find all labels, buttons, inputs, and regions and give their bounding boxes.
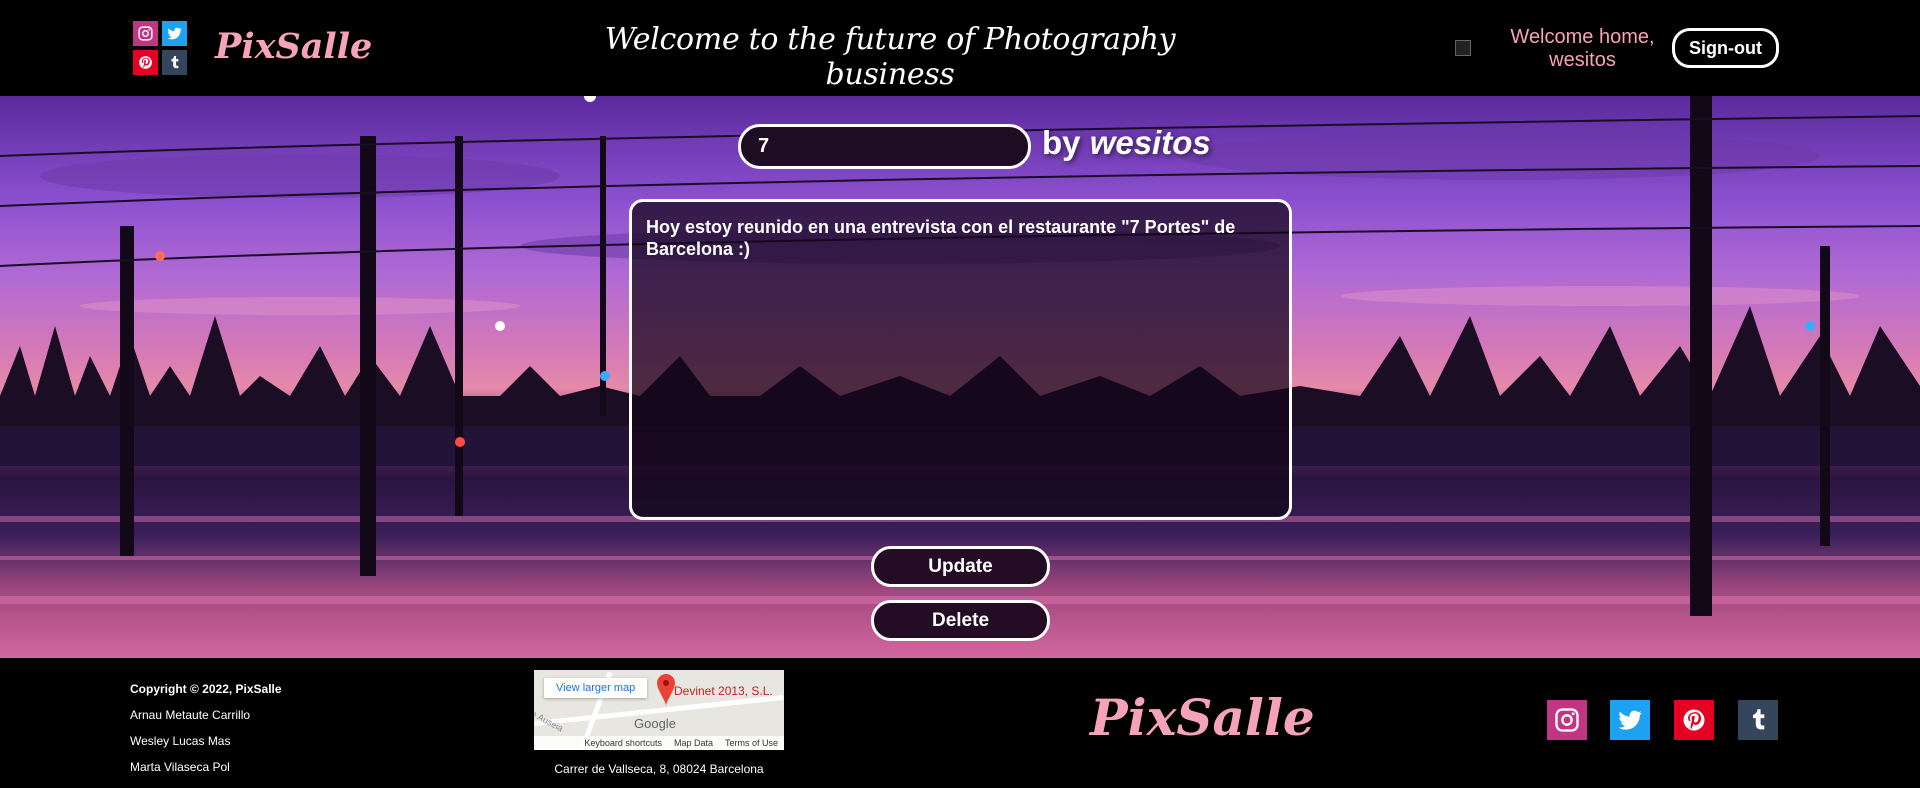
author-name: Arnau Metaute Carrillo	[130, 708, 251, 722]
google-logo: Google	[634, 716, 676, 731]
instagram-icon[interactable]	[133, 21, 158, 46]
twitter-icon[interactable]	[1610, 700, 1650, 740]
post-title-input[interactable]: 7	[738, 124, 1031, 169]
site-footer: Copyright © 2022, PixSalle Arnau Metaute…	[0, 658, 1920, 788]
tumblr-icon[interactable]	[1738, 700, 1778, 740]
update-button[interactable]: Update	[871, 546, 1050, 587]
post-edit-section: 7 by wesitos Hoy estoy reunido en una en…	[0, 96, 1920, 658]
map-data-link[interactable]: Map Data	[674, 738, 713, 748]
instagram-icon[interactable]	[1547, 700, 1587, 740]
page-tagline: Welcome to the future of Photography bus…	[604, 22, 1176, 92]
copyright-text: Copyright © 2022, PixSalle	[130, 682, 282, 696]
tumblr-icon[interactable]	[162, 50, 187, 75]
map-place-label: Devinet 2013, S.L.	[674, 684, 773, 698]
sign-out-button[interactable]: Sign-out	[1672, 28, 1779, 68]
map-pin-icon	[657, 674, 675, 706]
embedded-map[interactable]: e Auseia View larger map Devinet 2013, S…	[534, 670, 784, 750]
welcome-message: Welcome home, wesitos	[1510, 26, 1655, 71]
keyboard-shortcuts-link[interactable]: Keyboard shortcuts	[584, 738, 662, 748]
pinterest-icon[interactable]	[133, 50, 158, 75]
view-larger-map-link[interactable]: View larger map	[544, 678, 648, 698]
map-footer: Keyboard shortcuts Map Data Terms of Use	[534, 736, 784, 750]
brand-logo[interactable]: PixSalle	[215, 26, 372, 67]
avatar	[1455, 40, 1471, 56]
delete-button[interactable]: Delete	[871, 600, 1050, 641]
post-description-textarea[interactable]: Hoy estoy reunido en una entrevista con …	[629, 199, 1292, 520]
author-name: Marta Vilaseca Pol	[130, 760, 230, 774]
site-header: PixSalle Welcome to the future of Photog…	[0, 0, 1920, 96]
footer-credits: Copyright © 2022, PixSalle Arnau Metaute…	[130, 676, 282, 780]
twitter-icon[interactable]	[162, 21, 187, 46]
footer-address: Carrer de Vallseca, 8, 08024 Barcelona	[554, 762, 764, 776]
post-author-line: by wesitos	[1042, 124, 1211, 162]
header-social-links	[133, 21, 188, 76]
terms-link[interactable]: Terms of Use	[725, 738, 778, 748]
footer-brand-logo: PixSalle	[1090, 688, 1315, 747]
pinterest-icon[interactable]	[1674, 700, 1714, 740]
post-author: wesitos	[1089, 124, 1211, 161]
by-label: by	[1042, 124, 1081, 161]
author-name: Wesley Lucas Mas	[130, 734, 231, 748]
